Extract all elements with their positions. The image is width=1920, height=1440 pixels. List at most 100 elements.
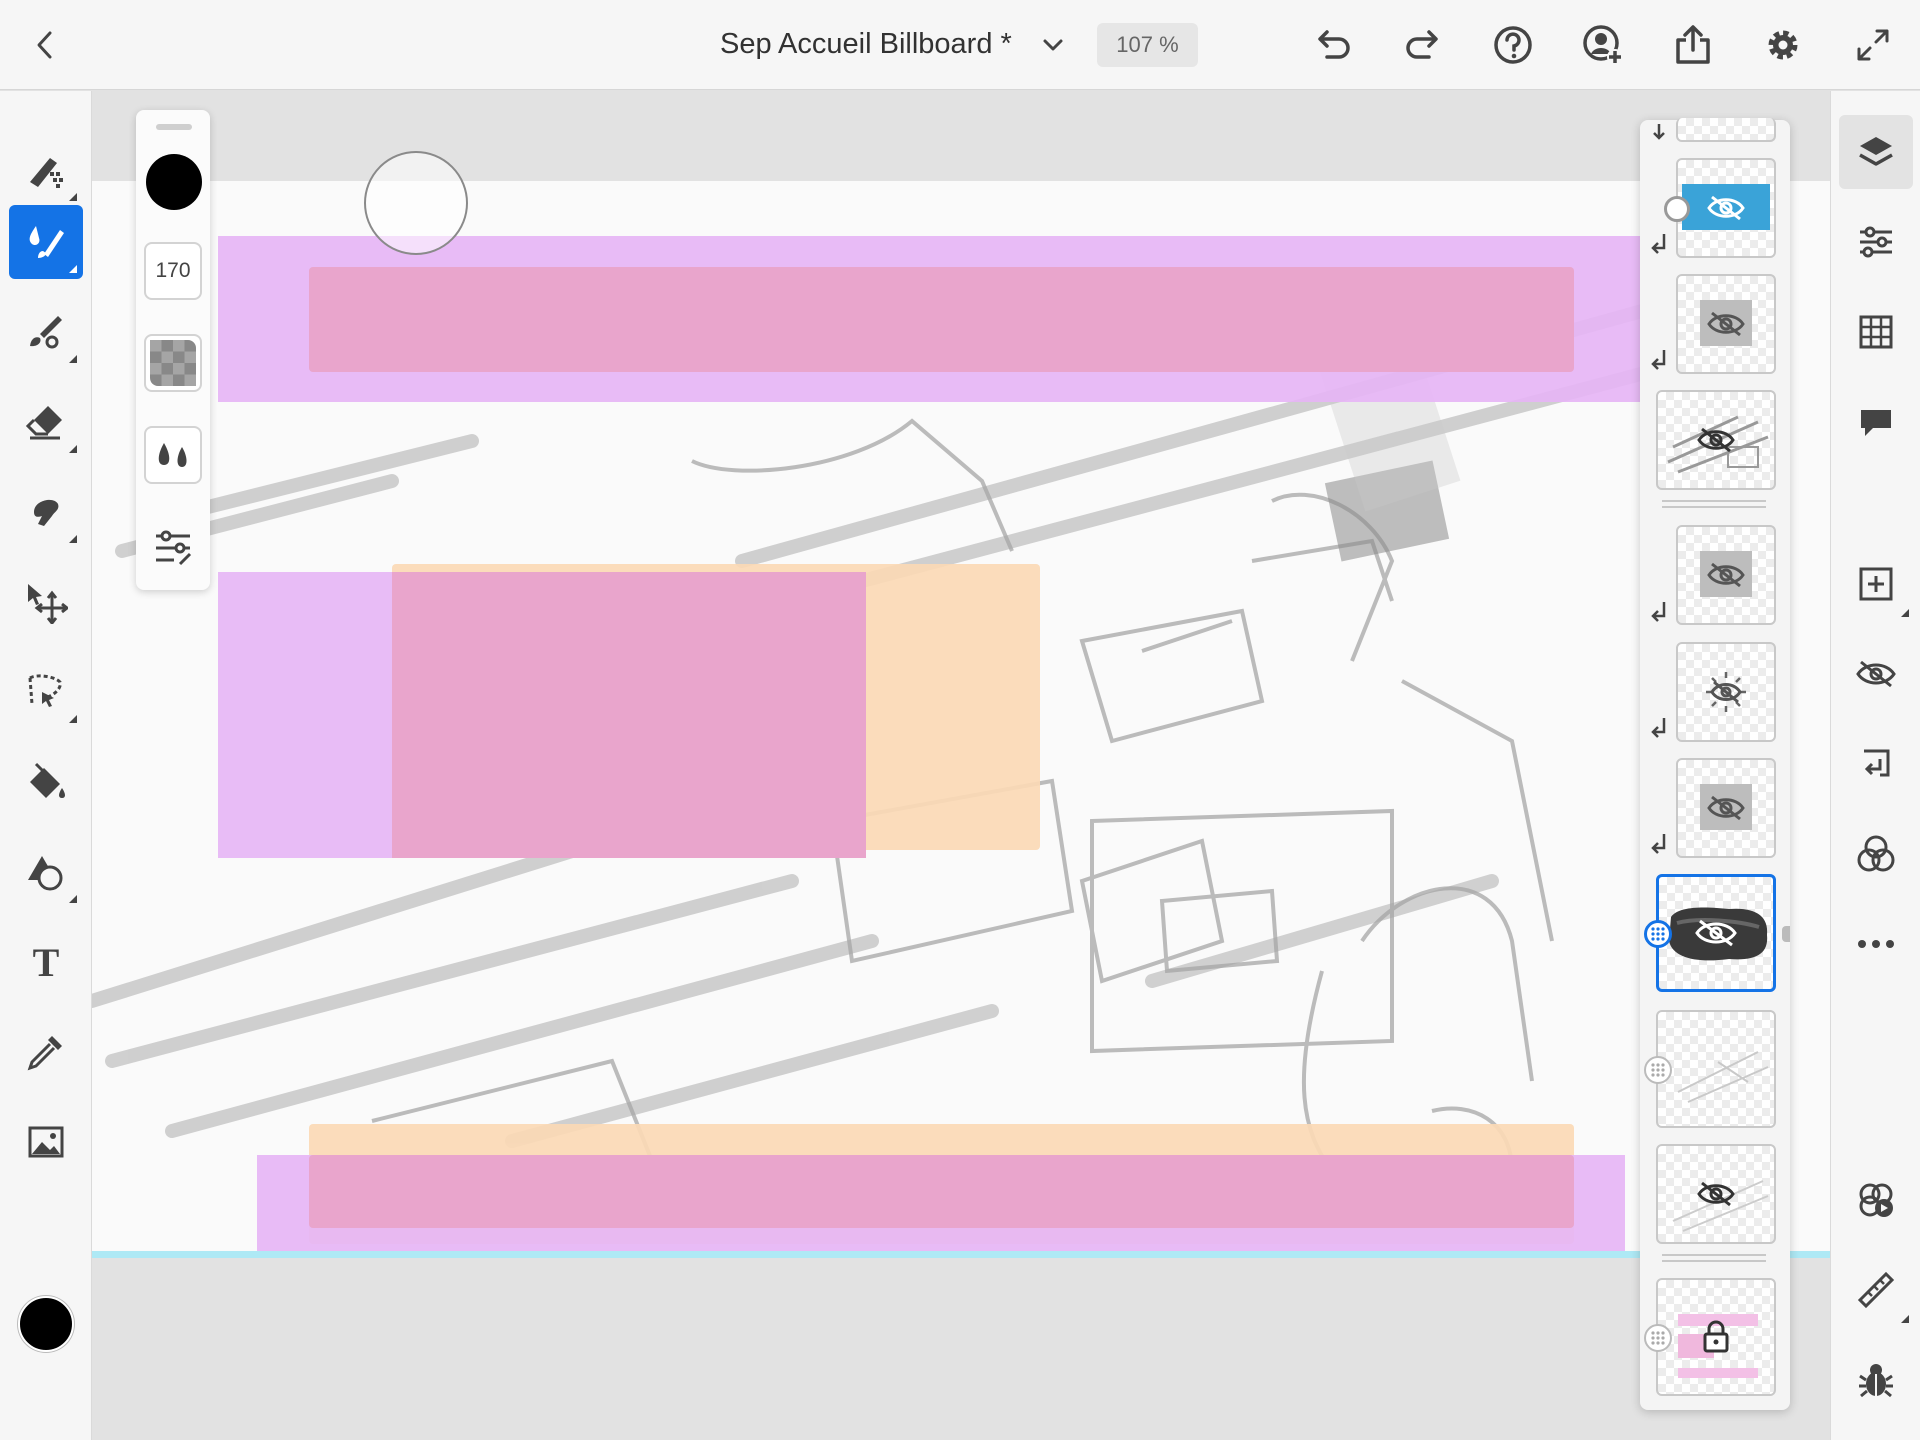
- lock-icon: [1703, 1320, 1729, 1353]
- text-tool[interactable]: T: [9, 925, 83, 999]
- back-chevron-icon: [37, 31, 52, 59]
- layer-properties-button[interactable]: [1839, 205, 1913, 279]
- layer-visibility-handle[interactable]: [1664, 196, 1690, 222]
- top-bar: Sep Accueil Billboard * 107 %: [0, 0, 1920, 90]
- hidden-eye-icon: [1707, 562, 1745, 588]
- ruler-icon: [1857, 1271, 1895, 1309]
- redo-icon: [1406, 30, 1438, 59]
- layer-thumbnail-partial[interactable]: [1676, 118, 1776, 142]
- middle-pink-block[interactable]: [392, 572, 866, 858]
- more-options-button[interactable]: [1839, 907, 1913, 981]
- settings-button[interactable]: [1758, 20, 1808, 70]
- locked-layer-thumbnail[interactable]: [1656, 1278, 1776, 1396]
- grid-dots-icon: [1651, 927, 1665, 941]
- fullscreen-button[interactable]: [1848, 20, 1898, 70]
- current-color-swatch[interactable]: [18, 1296, 74, 1352]
- shapes-icon: [28, 856, 63, 891]
- layer-mask-handle[interactable]: [1644, 1056, 1672, 1084]
- text-icon: T: [32, 939, 60, 985]
- grid-button[interactable]: [1839, 295, 1913, 369]
- brush-flow-button[interactable]: [144, 426, 202, 484]
- eraser-tool[interactable]: [9, 385, 83, 459]
- shapes-tool[interactable]: [9, 835, 83, 909]
- image-icon: [28, 1126, 64, 1158]
- footer-pink-block[interactable]: [309, 1155, 1574, 1228]
- blend-mode-button[interactable]: [1839, 817, 1913, 891]
- ruler-button[interactable]: [1839, 1253, 1913, 1327]
- pixel-brush-tool[interactable]: [9, 133, 83, 207]
- clip-arrow-icon: [1651, 834, 1666, 854]
- blend-mode-icon: [1857, 835, 1895, 872]
- water-drops-icon: [158, 443, 187, 467]
- smudge-tool[interactable]: [9, 475, 83, 549]
- layer-thumbnail[interactable]: [1656, 1010, 1776, 1128]
- selected-layer-thumbnail[interactable]: [1656, 874, 1776, 992]
- document-title[interactable]: Sep Accueil Billboard *: [720, 28, 1012, 61]
- layer-thumbnail[interactable]: [1676, 158, 1776, 258]
- eyedropper-tool[interactable]: [9, 1015, 83, 1089]
- brush-color-swatch[interactable]: [146, 154, 202, 210]
- layers-panel-button[interactable]: [1839, 115, 1913, 189]
- back-button[interactable]: [20, 20, 70, 70]
- libraries-button[interactable]: [1839, 1163, 1913, 1237]
- fill-tool[interactable]: [9, 745, 83, 819]
- layer-thumbnail[interactable]: [1676, 525, 1776, 625]
- vector-brush-tool[interactable]: [9, 295, 83, 369]
- merge-down-button[interactable]: [1839, 727, 1913, 801]
- brush-settings-button[interactable]: [144, 518, 202, 576]
- sketch-thumbnail: [1677, 1051, 1769, 1103]
- layer-mask-handle[interactable]: [1644, 920, 1672, 948]
- group-thumbnail[interactable]: [1656, 390, 1776, 490]
- hidden-eye-icon: [1695, 919, 1737, 947]
- merge-down-icon: [1864, 749, 1890, 777]
- hidden-eye-icon: [1697, 427, 1735, 453]
- live-brush-icon: [29, 226, 64, 258]
- layer-options-tab[interactable]: [1782, 926, 1790, 942]
- add-layer-button[interactable]: [1839, 547, 1913, 621]
- hidden-eye-icon: [1707, 311, 1745, 337]
- selection-tool[interactable]: [9, 655, 83, 729]
- layer-thumbnail[interactable]: [1676, 758, 1776, 858]
- bug-report-button[interactable]: [1839, 1343, 1913, 1417]
- layer-thumbnail[interactable]: [1656, 1144, 1776, 1244]
- hidden-eye-icon: [1707, 795, 1745, 821]
- title-dropdown-button[interactable]: [1030, 22, 1076, 68]
- fill-icon: [30, 762, 65, 798]
- comments-button[interactable]: [1839, 385, 1913, 459]
- undo-button[interactable]: [1308, 20, 1358, 70]
- hidden-eye-icon: [1697, 1181, 1735, 1207]
- grid-icon: [1859, 315, 1893, 349]
- live-brush-tool[interactable]: [9, 205, 83, 279]
- share-icon: [1676, 25, 1710, 64]
- brush-size-field[interactable]: 170: [144, 242, 202, 300]
- redo-button[interactable]: [1398, 20, 1448, 70]
- brush-opacity-button[interactable]: [144, 334, 202, 392]
- zoom-level[interactable]: 107 %: [1097, 23, 1198, 67]
- panel-grip[interactable]: [156, 124, 192, 130]
- clip-arrow-icon: [1653, 124, 1665, 140]
- hide-layer-button[interactable]: [1839, 637, 1913, 711]
- grid-dots-icon: [1651, 1331, 1665, 1345]
- transform-tool[interactable]: [9, 565, 83, 639]
- share-button[interactable]: [1668, 20, 1718, 70]
- clip-arrow-icon: [1651, 602, 1666, 622]
- add-layer-icon: [1859, 567, 1893, 601]
- layer-thumbnail[interactable]: [1676, 642, 1776, 742]
- invite-button[interactable]: [1578, 20, 1628, 70]
- transform-icon: [28, 584, 68, 624]
- libraries-icon: [1859, 1183, 1893, 1217]
- layer-mask-handle[interactable]: [1644, 1324, 1672, 1352]
- canvas-area[interactable]: [92, 91, 1830, 1440]
- selection-icon: [28, 674, 62, 707]
- layers-icon: [1859, 137, 1893, 166]
- eraser-icon: [25, 406, 62, 440]
- help-button[interactable]: [1488, 20, 1538, 70]
- group-divider: [1662, 1254, 1766, 1262]
- layer-properties-icon: [1860, 226, 1892, 258]
- image-tool[interactable]: [9, 1105, 83, 1179]
- layer-thumbnail[interactable]: [1676, 274, 1776, 374]
- more-icon: [1858, 940, 1894, 948]
- brush-settings-panel: 170: [136, 110, 210, 590]
- header-pink-block[interactable]: [309, 267, 1574, 372]
- artboard[interactable]: [92, 181, 1830, 1251]
